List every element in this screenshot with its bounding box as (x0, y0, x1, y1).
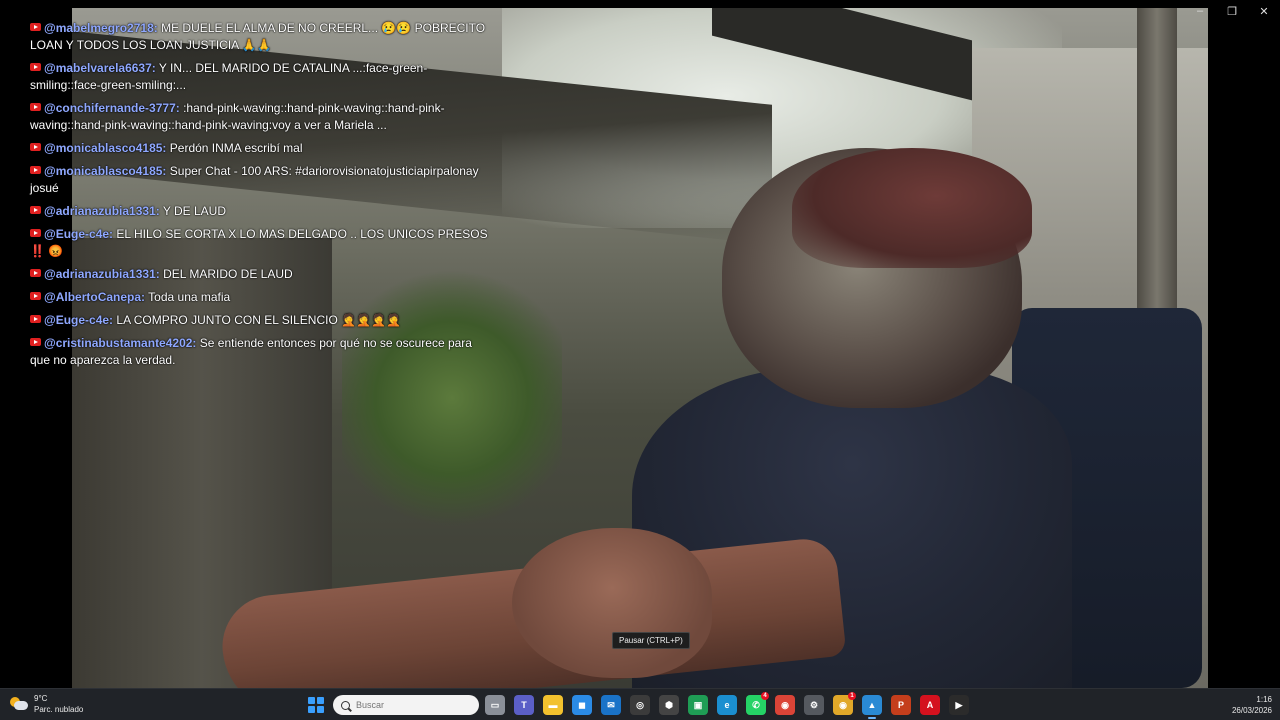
media-player-icon[interactable]: ▶ (949, 695, 969, 715)
taskbar-search[interactable] (333, 695, 479, 715)
chat-text: Perdón INMA escribí mal (169, 141, 303, 155)
youtube-icon (30, 166, 41, 174)
chat-message: @mabelmegro2718: ME DUELE EL ALMA DE NO … (30, 20, 490, 54)
photos-icon[interactable]: ▲ (862, 695, 882, 719)
chat-text: LA COMPRO JUNTO CON EL SILENCIO 🤦🤦🤦🤦 (116, 313, 401, 327)
chat-author[interactable]: @adrianazubia1331: (44, 267, 160, 281)
close-button[interactable]: ✕ (1248, 0, 1280, 22)
task-view-icon[interactable]: ▭ (485, 695, 505, 715)
person-scarf (792, 148, 1032, 268)
search-input[interactable] (356, 700, 466, 710)
youtube-icon (30, 315, 41, 323)
maximize-button[interactable]: ❐ (1216, 0, 1248, 22)
weather-desc: Parc. nublado (34, 705, 84, 714)
chat-message: @conchifernande-3777: :hand-pink-waving:… (30, 100, 490, 134)
chat-author[interactable]: @adrianazubia1331: (44, 204, 160, 218)
youtube-icon (30, 292, 41, 300)
weather-widget[interactable]: 9°C Parc. nublado (10, 693, 83, 715)
clock-time: 1:16 (1256, 695, 1272, 704)
settings-icon[interactable]: ⚙ (804, 695, 824, 715)
window-controls: – ❐ ✕ (1184, 0, 1280, 22)
mail-icon[interactable]: ✉ (601, 695, 621, 715)
windows-logo-icon (308, 697, 315, 704)
chat-message: @cristinabustamante4202: Se entiende ent… (30, 335, 490, 369)
youtube-icon (30, 229, 41, 237)
system-clock[interactable]: 1:16 26/03/2026 (1232, 694, 1272, 716)
youtube-icon (30, 206, 41, 214)
notification-badge: 1 (848, 692, 856, 700)
minimize-button[interactable]: – (1184, 0, 1216, 22)
chat-text: DEL MARIDO DE LAUD (163, 267, 293, 281)
chat-message: @monicablasco4185: Super Chat - 100 ARS:… (30, 163, 490, 197)
edge-icon[interactable]: e (717, 695, 737, 715)
chat-message: @monicablasco4185: Perdón INMA escribí m… (30, 140, 490, 157)
chat-message: @adrianazubia1331: Y DE LAUD (30, 203, 490, 220)
chat-author[interactable]: @conchifernande-3777: (44, 101, 180, 115)
chat-author[interactable]: @Euge-c4e: (44, 227, 113, 241)
chat-author[interactable]: @AlbertoCanepa: (44, 290, 145, 304)
spreadsheet-icon[interactable]: ▣ (688, 695, 708, 715)
youtube-icon (30, 143, 41, 151)
weather-temp: 9°C (34, 694, 48, 703)
chat-message: @Euge-c4e: EL HILO SE CORTA X LO MAS DEL… (30, 226, 490, 260)
chat-message: @Euge-c4e: LA COMPRO JUNTO CON EL SILENC… (30, 312, 490, 329)
chat-author[interactable]: @monicablasco4185: (44, 164, 166, 178)
partly-cloudy-icon (10, 697, 28, 711)
chrome-2-icon[interactable]: ◉ 1 (833, 692, 856, 715)
chat-author[interactable]: @mabelvarela6637: (44, 61, 156, 75)
clock-date: 26/03/2026 (1231, 706, 1272, 715)
chat-message: @adrianazubia1331: DEL MARIDO DE LAUD (30, 266, 490, 283)
teams-icon[interactable]: T (514, 695, 534, 715)
chrome-icon[interactable]: ◉ (775, 695, 795, 715)
youtube-icon (30, 103, 41, 111)
cube-icon[interactable]: ⬢ (659, 695, 679, 715)
youtube-icon (30, 63, 41, 71)
chat-author[interactable]: @cristinabustamante4202: (44, 336, 196, 350)
notification-badge: 4 (761, 692, 769, 700)
person-hand (512, 528, 712, 678)
youtube-icon (30, 269, 41, 277)
chat-message: @AlbertoCanepa: Toda una mafia (30, 289, 490, 306)
pause-tooltip: Pausar (CTRL+P) (612, 632, 690, 649)
chat-author[interactable]: @Euge-c4e: (44, 313, 113, 327)
store-icon[interactable]: ◼ (572, 695, 592, 715)
youtube-icon (30, 338, 41, 346)
live-chat-overlay: @mabelmegro2718: ME DUELE EL ALMA DE NO … (30, 20, 490, 375)
chat-message: @mabelvarela6637: Y IN... DEL MARIDO DE … (30, 60, 490, 94)
youtube-icon (30, 23, 41, 31)
search-icon (341, 700, 350, 710)
chat-author[interactable]: @mabelmegro2718: (44, 21, 158, 35)
taskbar: 9°C Parc. nublado ▭ T ▬ ◼ ✉ ◎ ⬢ ▣ e ✆4 ◉ ⚙ ◉1 ▲ PA ▶ 1:… (0, 688, 1280, 720)
chat-text: Toda una mafia (148, 290, 231, 304)
powerpoint-icon[interactable]: P (891, 695, 911, 715)
file-explorer-icon[interactable]: ▬ (543, 695, 563, 715)
acrobat-icon[interactable]: A (920, 695, 940, 715)
chat-author[interactable]: @monicablasco4185: (44, 141, 166, 155)
chat-text: Y DE LAUD (162, 204, 227, 218)
taskbar-apps: ▭ T ▬ ◼ ✉ ◎ ⬢ ▣ e ✆ 4 ◉ ⚙ ◉ 1 ▲ P A ▶ (485, 692, 969, 719)
start-button[interactable] (308, 697, 324, 713)
obs-icon[interactable]: ◎ (630, 695, 650, 715)
whatsapp-icon[interactable]: ✆ 4 (746, 692, 769, 715)
